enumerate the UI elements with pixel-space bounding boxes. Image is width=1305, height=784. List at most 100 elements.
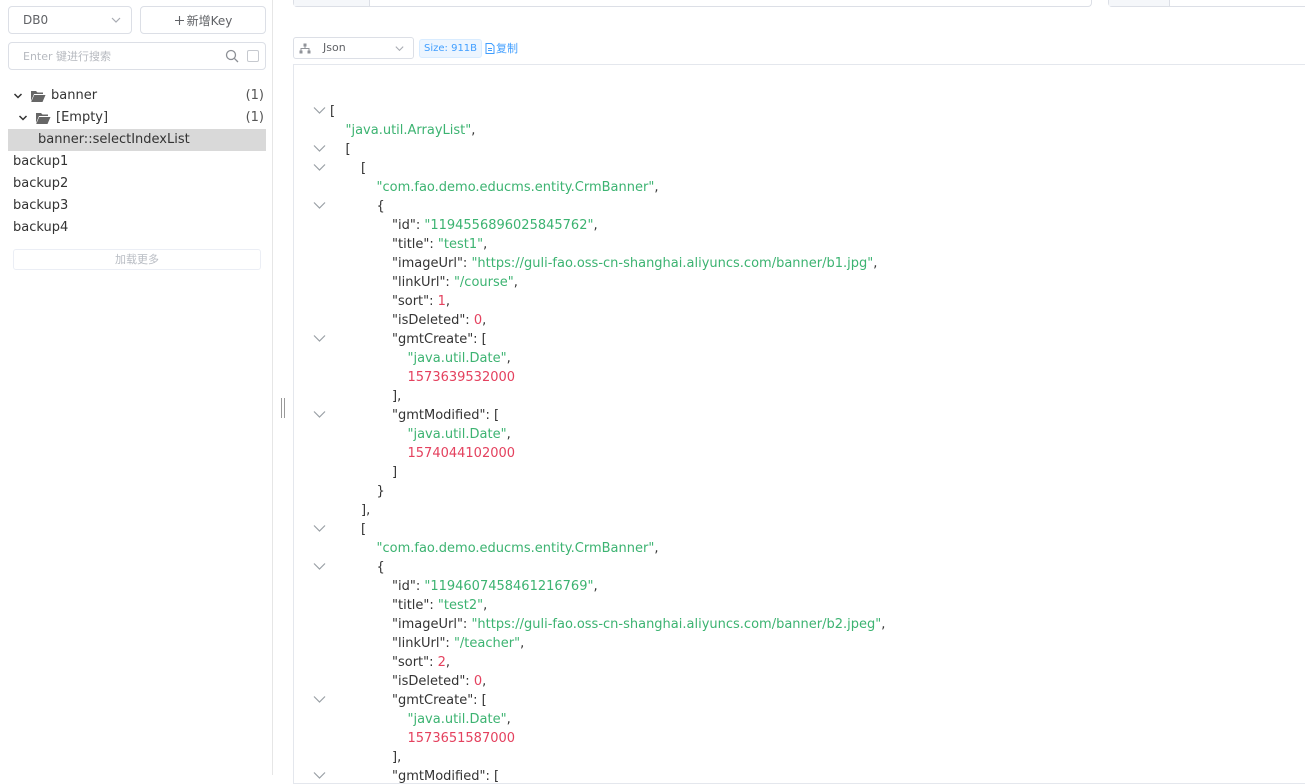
json-line: "imageUrl": "https://guli-fao.oss-cn-sha… <box>294 254 1305 273</box>
json-line: "gmtModified": [ <box>294 406 1305 425</box>
json-code: 1573639532000 <box>408 368 516 387</box>
json-string: "test1" <box>437 237 484 252</box>
json-line: "sort": 1, <box>294 292 1305 311</box>
fold-toggle-icon[interactable] <box>313 771 326 780</box>
json-string: "com.fao.demo.educms.entity.CrmBanner" <box>376 541 655 556</box>
json-line: "java.util.Date", <box>294 710 1305 729</box>
json-code: { <box>377 558 385 577</box>
json-punctuation: ], <box>392 750 402 765</box>
json-code: "gmtCreate": [ <box>392 330 487 349</box>
db-select-value: DB0 <box>23 13 49 27</box>
json-code: "java.util.Date", <box>408 349 511 368</box>
tree-label: [Empty] <box>56 110 109 125</box>
format-select-value: Json <box>323 41 346 54</box>
db-select[interactable]: DB0 <box>8 6 132 34</box>
fold-toggle-icon[interactable] <box>313 106 326 115</box>
json-punctuation: ], <box>392 389 402 404</box>
json-line: "title": "test1", <box>294 235 1305 254</box>
search-icon[interactable] <box>225 49 239 63</box>
json-punctuation: "gmtCreate": [ <box>392 332 487 347</box>
json-punctuation: "gmtModified": [ <box>392 408 500 423</box>
json-line: 1573651587000 <box>294 729 1305 748</box>
tree-folder-banner[interactable]: banner (1) <box>8 85 266 107</box>
json-number: 1573651587000 <box>407 731 516 746</box>
json-code: "java.util.ArrayList", <box>346 121 476 140</box>
fold-toggle-icon[interactable] <box>313 144 326 153</box>
json-code: [ <box>346 140 351 159</box>
json-code: "sort": 2, <box>392 653 450 672</box>
json-line: ], <box>294 387 1305 406</box>
json-code: "com.fao.demo.educms.entity.CrmBanner", <box>377 178 659 197</box>
json-line: { <box>294 197 1305 216</box>
copy-button[interactable]: 复制 <box>485 40 518 56</box>
fold-toggle-icon[interactable] <box>313 562 326 571</box>
json-line: [ <box>294 159 1305 178</box>
json-punctuation: , <box>593 579 598 594</box>
json-code: "id": "1194607458461216769", <box>392 577 598 596</box>
tree-key-selected[interactable]: banner::selectIndexList <box>8 129 266 151</box>
json-punctuation: [ <box>361 522 367 537</box>
root-key-item[interactable]: backup1 <box>13 151 68 173</box>
json-code: "imageUrl": "https://guli-fao.oss-cn-sha… <box>392 615 885 634</box>
fold-toggle-icon[interactable] <box>313 410 326 419</box>
json-line: "com.fao.demo.educms.entity.CrmBanner", <box>294 539 1305 558</box>
json-code: "id": "1194556896025845762", <box>392 216 598 235</box>
json-line: "id": "1194556896025845762", <box>294 216 1305 235</box>
search-field[interactable] <box>8 42 266 70</box>
json-string: "java.util.Date" <box>407 712 507 727</box>
fold-toggle-icon[interactable] <box>313 524 326 533</box>
json-string: "1194607458461216769" <box>424 579 594 594</box>
json-punctuation: , <box>654 541 659 556</box>
fold-toggle-icon[interactable] <box>313 163 326 172</box>
json-string: "https://guli-fao.oss-cn-shanghai.aliyun… <box>471 256 874 271</box>
json-string: "java.util.Date" <box>407 427 507 442</box>
json-line: 1574044102000 <box>294 444 1305 463</box>
json-viewer[interactable]: ["java.util.ArrayList", [["com.fao.demo.e… <box>293 64 1305 784</box>
json-line: "id": "1194607458461216769", <box>294 577 1305 596</box>
plus-icon <box>174 15 184 25</box>
json-code: "linkUrl": "/course", <box>392 273 518 292</box>
json-string: "com.fao.demo.educms.entity.CrmBanner" <box>376 180 655 195</box>
json-code: ], <box>392 748 401 767</box>
sitemap-icon <box>299 43 311 54</box>
chevron-down-icon[interactable] <box>13 91 23 101</box>
root-key-item[interactable]: backup4 <box>13 217 68 239</box>
json-punctuation: "sort": <box>392 655 438 670</box>
json-code: 1574044102000 <box>408 444 516 463</box>
json-string: "java.util.ArrayList" <box>345 123 472 138</box>
key-type-prefix <box>294 0 370 6</box>
root-key-item[interactable]: backup3 <box>13 195 68 217</box>
fold-toggle-icon[interactable] <box>313 334 326 343</box>
fold-toggle-icon[interactable] <box>313 695 326 704</box>
json-number: 0 <box>473 313 483 328</box>
exact-match-checkbox[interactable] <box>247 50 259 62</box>
json-code: "title": "test1", <box>392 235 487 254</box>
fold-toggle-icon[interactable] <box>313 201 326 210</box>
json-line: ], <box>294 748 1305 767</box>
sidebar-resize-handle[interactable] <box>281 398 285 418</box>
json-punctuation: , <box>513 275 518 290</box>
chevron-down-icon <box>395 46 404 52</box>
json-line: "title": "test2", <box>294 596 1305 615</box>
chevron-down-icon[interactable] <box>18 113 28 123</box>
json-code: "java.util.Date", <box>408 710 511 729</box>
format-select[interactable]: Json <box>293 37 414 59</box>
search-input[interactable] <box>9 43 233 69</box>
json-line: } <box>294 482 1305 501</box>
new-key-button[interactable]: 新增Key <box>140 6 266 34</box>
json-line: [ <box>294 140 1305 159</box>
ttl-input[interactable] <box>1108 0 1305 7</box>
json-code: "gmtModified": [ <box>392 406 499 425</box>
tree-folder-empty[interactable]: [Empty] (1) <box>8 107 266 129</box>
tree-label: banner::selectIndexList <box>38 132 190 147</box>
json-punctuation: "sort": <box>392 294 438 309</box>
new-key-label: 新增Key <box>186 13 233 28</box>
json-code: [ <box>361 159 366 178</box>
load-more-button[interactable]: 加载更多 <box>13 249 261 270</box>
json-line: "gmtCreate": [ <box>294 691 1305 710</box>
key-name-input[interactable] <box>293 0 1092 7</box>
json-punctuation: { <box>376 560 385 575</box>
json-code: "isDeleted": 0, <box>392 311 486 330</box>
root-key-item[interactable]: backup2 <box>13 173 68 195</box>
folder-open-icon <box>36 113 51 124</box>
